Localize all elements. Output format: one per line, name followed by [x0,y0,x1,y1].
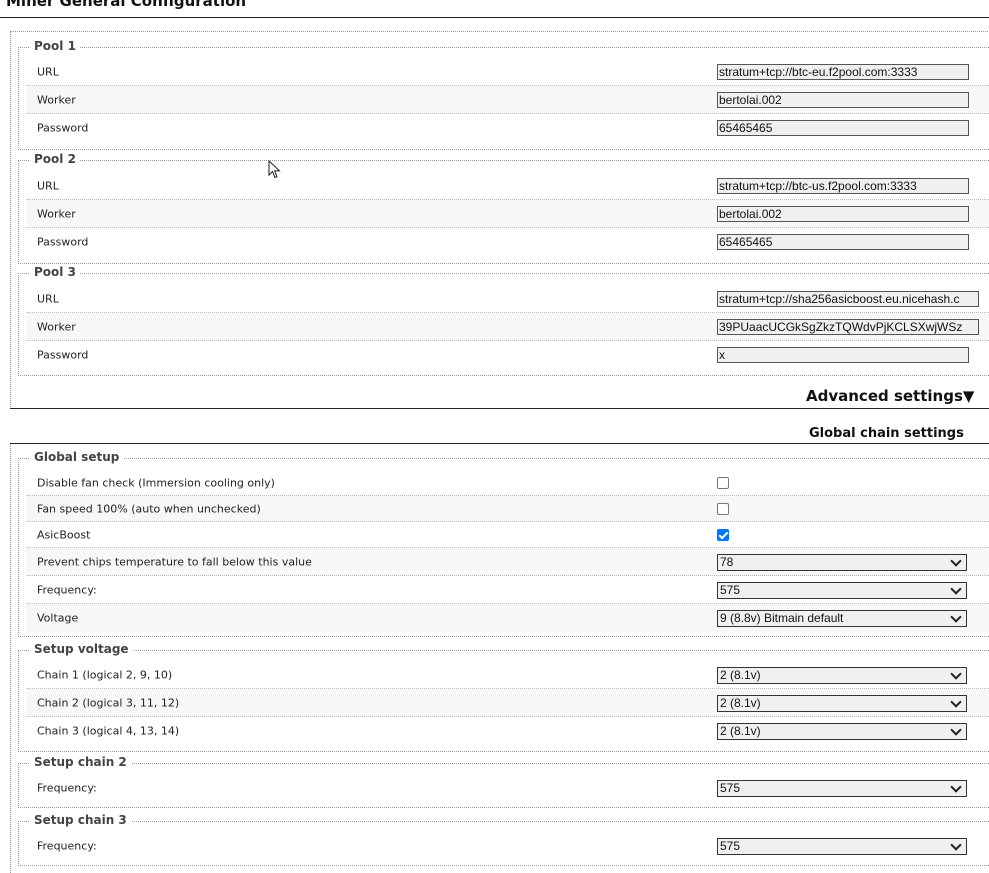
chain-1-voltage-select[interactable]: 2 (8.1v) [717,667,967,684]
min-temp-label: Prevent chips temperature to fall below … [37,555,312,568]
pool-3-url-row: URL stratum+tcp://sha256asicboost.eu.nic… [27,285,989,313]
pool-1-url-label: URL [37,65,59,78]
pool-3-url-label: URL [37,292,59,305]
chevron-down-icon [950,668,962,680]
fan-speed-checkbox[interactable] [717,502,729,515]
disable-fan-check-row: Disable fan check (Immersion cooling onl… [27,470,989,496]
pool-3-password-input[interactable]: x [717,347,969,363]
global-setup-legend: Global setup [30,450,124,464]
pool-2-fieldset: Pool 2 URL stratum+tcp://btc-us.f2pool.c… [18,152,989,264]
chevron-down-icon [950,611,962,623]
voltage-select[interactable]: 9 (8.8v) Bitmain default [717,610,967,627]
chain-2-frequency-label: Frequency: [37,781,97,795]
chevron-down-icon [950,696,962,708]
setup-chain-3-legend: Setup chain 3 [30,813,131,827]
pool-1-worker-label: Worker [37,93,76,106]
frequency-value: 575 [720,583,741,597]
chevron-down-icon [950,839,962,851]
fan-speed-row: Fan speed 100% (auto when unchecked) [27,496,989,522]
asicboost-checkbox[interactable] [717,528,729,541]
chain-2-frequency-row: Frequency: 575 [27,774,989,802]
chain-3-frequency-row: Frequency: 575 [27,832,989,860]
chevron-down-icon [950,583,962,595]
chain-3-voltage-label: Chain 3 (logical 4, 13, 14) [37,724,180,738]
mouse-cursor-icon [268,159,282,183]
pool-3-worker-row: Worker 39PUaacUCGkSgZkzTQWdvPjKCLSXwjWSz [27,313,989,341]
frequency-select[interactable]: 575 [717,582,967,599]
pool-2-url-label: URL [37,179,59,192]
chevron-down-icon [950,555,962,567]
chain-1-voltage-value: 2 (8.1v) [720,668,761,682]
pool-2-password-row: Password 65465465 [27,228,989,256]
min-temp-select[interactable]: 78 [717,554,967,571]
pool-2-worker-input[interactable]: bertolai.002 [717,206,969,222]
chain-2-voltage-label: Chain 2 (logical 3, 11, 12) [37,696,180,709]
frequency-label: Frequency: [37,583,97,596]
chain-3-voltage-row: Chain 3 (logical 4, 13, 14) 2 (8.1v) [27,717,989,745]
chain-3-frequency-select[interactable]: 575 [717,838,967,855]
left-dotted-rule [10,444,11,873]
pool-1-url-row: URL stratum+tcp://btc-eu.f2pool.com:3333 [27,58,989,86]
pool-2-password-label: Password [37,235,89,249]
pool-3-legend: Pool 3 [30,265,80,279]
voltage-value: 9 (8.8v) Bitmain default [720,611,844,625]
chain-2-frequency-select[interactable]: 575 [717,780,967,797]
setup-chain-2-legend: Setup chain 2 [30,755,131,769]
chain-3-voltage-value: 2 (8.1v) [720,724,761,738]
global-chain-settings-title: Global chain settings [809,426,964,441]
pool-3-worker-label: Worker [37,320,76,333]
frequency-row: Frequency: 575 [27,576,989,604]
pool-2-worker-row: Worker bertolai.002 [27,200,989,228]
pool-2-url-input[interactable]: stratum+tcp://btc-us.f2pool.com:3333 [717,178,969,194]
chain-2-voltage-value: 2 (8.1v) [720,696,761,710]
global-chain-divider [10,443,989,444]
pool-3-fieldset: Pool 3 URL stratum+tcp://sha256asicboost… [18,265,989,376]
pool-2-password-input[interactable]: 65465465 [717,234,969,250]
pool-2-worker-label: Worker [37,207,76,220]
setup-chain-2-fieldset: Setup chain 2 Frequency: 575 [18,755,989,808]
disable-fan-check-label: Disable fan check (Immersion cooling onl… [37,476,275,489]
page-header: Miner General Configuration [0,0,989,18]
chain-3-voltage-select[interactable]: 2 (8.1v) [717,723,967,740]
asicboost-row: AsicBoost [27,522,989,548]
chain-2-voltage-row: Chain 2 (logical 3, 11, 12) 2 (8.1v) [27,689,989,717]
setup-voltage-legend: Setup voltage [30,642,133,656]
pool-1-password-input[interactable]: 65465465 [717,120,969,136]
pool-2-legend: Pool 2 [30,152,80,166]
min-temp-row: Prevent chips temperature to fall below … [27,548,989,576]
pool-1-password-label: Password [37,121,89,135]
pool-1-legend: Pool 1 [30,39,80,53]
pool-1-url-input[interactable]: stratum+tcp://btc-eu.f2pool.com:3333 [717,64,969,80]
pool-1-password-row: Password 65465465 [27,114,989,142]
global-setup-fieldset: Global setup Disable fan check (Immersio… [18,450,989,637]
voltage-row: Voltage 9 (8.8v) Bitmain default [27,604,989,632]
advanced-settings-toggle[interactable]: Advanced settings▼ [806,387,974,405]
advanced-divider [10,408,989,409]
chain-2-voltage-select[interactable]: 2 (8.1v) [717,695,967,712]
setup-voltage-fieldset: Setup voltage Chain 1 (logical 2, 9, 10)… [18,642,989,752]
chain-1-voltage-row: Chain 1 (logical 2, 9, 10) 2 (8.1v) [27,661,989,689]
pool-2-url-row: URL stratum+tcp://btc-us.f2pool.com:3333 [27,172,989,200]
disable-fan-check-checkbox[interactable] [717,476,729,489]
min-temp-value: 78 [720,555,734,569]
pool-3-url-input[interactable]: stratum+tcp://sha256asicboost.eu.nicehas… [717,291,979,307]
pool-1-worker-input[interactable]: bertolai.002 [717,92,969,108]
pool-3-password-row: Password x [27,341,989,369]
pool-3-worker-input[interactable]: 39PUaacUCGkSgZkzTQWdvPjKCLSXwjWSz [717,319,979,335]
chevron-down-icon [950,724,962,736]
chain-3-frequency-value: 575 [720,839,741,853]
chain-2-frequency-value: 575 [720,781,741,795]
setup-chain-3-fieldset: Setup chain 3 Frequency: 575 [18,813,989,866]
asicboost-label: AsicBoost [37,528,91,541]
chevron-down-icon [950,781,962,793]
voltage-label: Voltage [37,611,79,625]
fan-speed-label: Fan speed 100% (auto when unchecked) [37,502,261,515]
pool-1-fieldset: Pool 1 URL stratum+tcp://btc-eu.f2pool.c… [18,39,989,150]
chain-1-voltage-label: Chain 1 (logical 2, 9, 10) [37,668,173,681]
pool-3-password-label: Password [37,348,89,362]
chain-3-frequency-label: Frequency: [37,839,97,853]
page-title: Miner General Configuration [6,0,247,10]
pool-1-worker-row: Worker bertolai.002 [27,86,989,114]
